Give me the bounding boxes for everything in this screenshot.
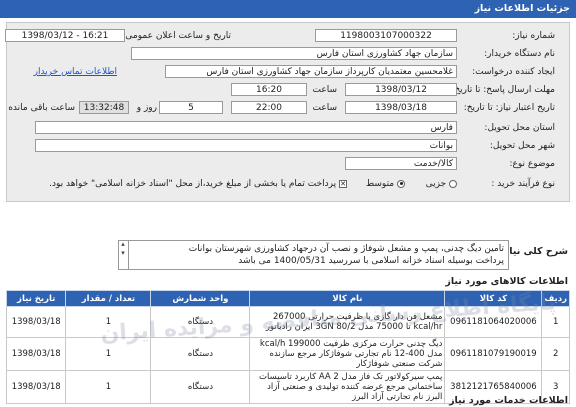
contact-info-link[interactable]: اطلاعات تماس خریدار — [34, 67, 117, 77]
category-label: موضوع نوع: — [509, 159, 555, 169]
days-label: روز و — [136, 103, 157, 113]
goods-title: اطلاعات کالاهای مورد نیاز — [445, 276, 568, 287]
col-unit: واحد شمارش — [150, 290, 251, 307]
send-time-field[interactable]: 16:20 — [231, 83, 307, 96]
buyer-label: نام دستگاه خریدار: — [484, 49, 555, 59]
treasury-checkbox[interactable]: ✕ — [339, 179, 347, 188]
summary-box: تامین دیگ چدنی، پمپ و مشعل شوفاژ و نصب آ… — [118, 240, 509, 270]
category-select[interactable]: کالا/خدمت — [345, 157, 457, 170]
row-unit: دستگاه — [150, 337, 251, 371]
row-date: 1398/03/18 — [5, 370, 67, 404]
buyer-field[interactable]: سازمان جهاد کشاورزی استان فارس — [131, 47, 457, 60]
validity-time-label: ساعت — [312, 103, 338, 113]
process-option-minor-label: جزیی — [425, 179, 447, 189]
process-label: نوع فرآیند خرید : — [491, 179, 555, 189]
payment-note: ✕ پرداخت تمام یا بخشی از مبلغ خرید،از مح… — [49, 179, 347, 189]
services-title: اطلاعات خدمات مورد نیاز — [449, 395, 568, 406]
process-option-medium-label: متوسط — [365, 179, 395, 189]
row-index: 2 — [541, 337, 570, 371]
radio-medium[interactable] — [397, 179, 405, 188]
summary-line-2: پرداخت بوسیله اسناد خزانه اسلامی با سررس… — [238, 256, 504, 266]
col-qty: تعداد / مقدار — [65, 290, 152, 307]
province-label: استان محل تحویل: — [484, 123, 555, 133]
row-qty: 1 — [65, 370, 152, 404]
summary-title: شرح کلی نیاز: — [499, 246, 568, 257]
table-row[interactable]: 2 0961181079190019 دیگ چدنی حرارت مرکزی … — [5, 337, 570, 371]
creator-field[interactable]: غلامحسین معتمدیان کارپرداز سازمان جهاد ک… — [165, 65, 457, 78]
col-date: تاریخ نیاز — [5, 290, 67, 307]
need-number-label: شماره نیاز: — [512, 31, 555, 41]
process-option-minor[interactable]: جزیی — [426, 179, 457, 189]
announce-label: تاریخ و ساعت اعلان عمومی: — [122, 31, 231, 41]
need-details-page: جزئیات اطلاعات نیاز شماره نیاز: 11980031… — [0, 0, 576, 407]
radio-minor[interactable] — [449, 179, 457, 188]
row-date: 1398/03/18 — [5, 337, 67, 371]
send-deadline-label: مهلت ارسال پاسخ: تا تاریخ: — [451, 85, 555, 95]
city-field[interactable]: بوانات — [35, 139, 457, 152]
remaining-time-field[interactable]: 13:32:48 — [79, 101, 129, 114]
page-header: جزئیات اطلاعات نیاز — [0, 0, 576, 18]
process-option-medium[interactable]: متوسط — [366, 179, 405, 189]
summary-scrollbar[interactable]: ▴ ▾ — [118, 240, 129, 270]
need-info-panel: شماره نیاز: 1198003107000322 تاریخ و ساع… — [5, 22, 570, 202]
province-field[interactable]: فارس — [35, 121, 457, 134]
row-name: پمپ سیرکولاتور تک فاز مدل AA 2 کاربرد تا… — [249, 370, 446, 404]
row-name: دیگ چدنی حرارت مرکزی ظرفیت 199000 kcal/h… — [249, 337, 446, 371]
send-time-label: ساعت — [312, 85, 338, 95]
remaining-label: ساعت باقی مانده — [8, 103, 75, 113]
validity-time-field[interactable]: 22:00 — [231, 101, 307, 114]
validity-label: تاریخ اعتبار نیاز: تا تاریخ: — [463, 103, 555, 113]
row-unit: دستگاه — [150, 370, 251, 404]
send-date-field[interactable]: 1398/03/12 — [345, 83, 457, 96]
row-code: 0961181079190019 — [444, 337, 543, 371]
row-date: 1398/03/18 — [5, 306, 67, 338]
need-number-field[interactable]: 1198003107000322 — [315, 29, 457, 42]
payment-note-text: پرداخت تمام یا بخشی از مبلغ خرید،از محل … — [49, 179, 337, 189]
days-remaining-field[interactable]: 5 — [159, 101, 223, 114]
summary-line-1: تامین دیگ چدنی، پمپ و مشعل شوفاژ و نصب آ… — [188, 244, 504, 254]
announce-field[interactable]: 1398/03/12 - 16:21 — [5, 29, 125, 42]
city-label: شهر محل تحویل: — [489, 141, 555, 151]
creator-label: ایجاد کننده درخواست: — [472, 67, 555, 77]
validity-date-field[interactable]: 1398/03/18 — [345, 101, 457, 114]
